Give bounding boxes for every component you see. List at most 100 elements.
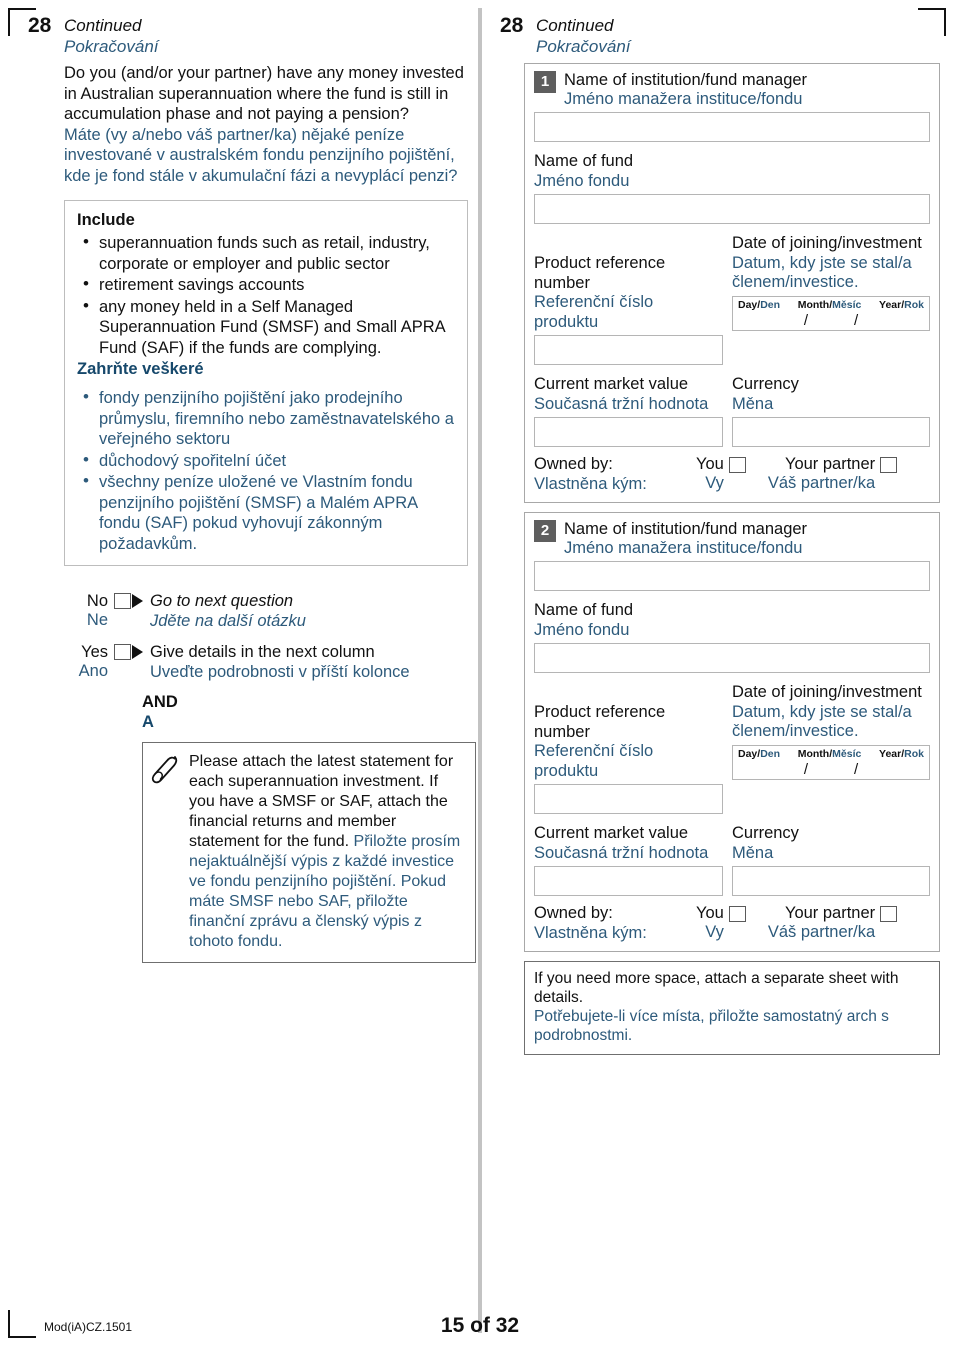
institution-input[interactable] (534, 112, 930, 142)
fund-input[interactable] (534, 194, 930, 224)
institution-input[interactable] (534, 561, 930, 591)
answer-row-yes: Yes Ano Give details in the next column … (64, 643, 468, 682)
date-day-header: Day/Den (738, 298, 781, 311)
owner-option-you[interactable]: You Vy (696, 904, 746, 942)
product-ref-input[interactable] (534, 784, 723, 814)
currency-label-en: Currency (732, 824, 799, 842)
more-space-note-cz: Potřebujete-li více místa, přiložte samo… (534, 1008, 889, 1044)
date-input-group[interactable]: Day/Den Month/Měsíc Year/Rok / / (732, 744, 930, 780)
market-value-label-cz: Současná tržní hodnota (534, 394, 709, 413)
market-value-input[interactable] (534, 866, 723, 896)
product-ref-label-cz: Referenční číslo produktu (534, 293, 654, 331)
question-body: Do you (and/or your partner) have any mo… (64, 63, 468, 186)
product-ref-label-cz: Referenční číslo produktu (534, 742, 654, 780)
checkbox-owner-partner[interactable] (880, 457, 898, 473)
currency-input[interactable] (732, 866, 930, 896)
fund-input[interactable] (534, 643, 930, 673)
date-month-header: Month/Měsíc (797, 747, 862, 760)
date-column-headers: Day/Den Month/Měsíc Year/Rok (733, 746, 929, 761)
answer-yes-action-cz: Uveďte podrobnosti v příští kolonce (150, 662, 410, 681)
product-ref-label-en: Product reference number (534, 254, 666, 292)
date-year-header: Year/Rok (879, 747, 924, 760)
entry-number-badge: 1 (534, 71, 556, 93)
answer-no-action-cz: Jděte na další otázku (150, 611, 306, 630)
left-column: 28 Continued Pokračování Do you (and/or … (28, 14, 476, 963)
institution-label-en: Name of institution/fund manager (564, 520, 808, 538)
paperclip-icon (151, 752, 189, 793)
entry-2-ref-date-row: Product reference number Referenční čísl… (525, 683, 939, 814)
list-item: retirement savings accounts (83, 274, 455, 296)
more-space-note: If you need more space, attach a separat… (524, 961, 940, 1055)
include-title-en: Include (77, 211, 135, 229)
date-separators: / / (733, 761, 929, 778)
owner-partner-label-cz: Váš partner/ka (767, 923, 876, 941)
owner-option-you[interactable]: You Vy (696, 455, 746, 493)
list-item: všechny peníze uložené ve Vlastním fondu… (83, 471, 455, 554)
answer-options: No Ne Go to next question Jděte na další… (64, 592, 476, 963)
owner-option-partner[interactable]: Your partner Váš partner/ka (768, 455, 898, 493)
include-bullets-cz: fondy penzijního pojištění jako prodejní… (77, 387, 455, 554)
entry-1-value-currency-row: Current market value Současná tržní hodn… (525, 375, 939, 447)
answer-no-tick-area[interactable] (114, 593, 148, 612)
owner-partner-label-en: Your partner (784, 455, 876, 473)
market-value-label: Current market value Současná tržní hodn… (525, 375, 728, 414)
currency-label-en: Currency (732, 375, 799, 393)
entry-2-header: 2 Name of institution/fund manager Jméno… (525, 513, 939, 558)
checkbox-no[interactable] (114, 593, 131, 609)
date-separator-1: / (803, 311, 808, 329)
owned-by-label-cz: Vlastněna kým: (534, 474, 647, 493)
owned-by-label: Owned by: Vlastněna kým: (534, 904, 686, 943)
list-item: důchodový spořitelní účet (83, 450, 455, 472)
question-number: 28 (28, 14, 52, 37)
list-item: fondy penzijního pojištění jako prodejní… (83, 387, 455, 450)
checkbox-owner-you[interactable] (728, 906, 746, 922)
more-space-note-en: If you need more space, attach a separat… (534, 970, 899, 1006)
answer-yes-action: Give details in the next column Uveďte p… (148, 643, 410, 682)
attachment-note-cz: Přiložte prosím nejaktuálnější výpis z k… (189, 833, 461, 950)
owner-you-label-cz: Vy (705, 474, 724, 492)
continued-label-cz: Pokračování (64, 37, 159, 56)
checkbox-owner-partner[interactable] (880, 906, 898, 922)
owned-by-label: Owned by: Vlastněna kým: (534, 455, 686, 494)
question-text-cz: Máte (vy a/nebo váš partner/ka) nějaké p… (64, 125, 458, 185)
product-ref-label-en: Product reference number (534, 703, 666, 741)
institution-label-en: Name of institution/fund manager (564, 71, 808, 89)
answer-yes-tick-area[interactable] (114, 644, 148, 663)
entry-block-1: 1 Name of institution/fund manager Jméno… (524, 63, 940, 503)
answer-label-no: No Ne (64, 592, 114, 630)
market-value-label-en: Current market value (534, 824, 689, 842)
arrow-right-icon (132, 594, 143, 608)
entry-2-value-currency-row: Current market value Současná tržní hodn… (525, 824, 939, 896)
answer-label-yes: Yes Ano (64, 643, 114, 681)
fund-label: Name of fund Jméno fondu (525, 152, 939, 191)
answer-yes-action-en: Give details in the next column (150, 643, 375, 661)
product-ref-label: Product reference number Referenční čísl… (525, 234, 728, 332)
include-title-cz: Zahrňte veškeré (77, 360, 204, 378)
owner-option-partner[interactable]: Your partner Váš partner/ka (767, 904, 898, 942)
owner-you-label-en: You (696, 455, 724, 473)
market-value-input[interactable] (534, 417, 723, 447)
product-ref-input[interactable] (534, 335, 723, 365)
attachment-note-box: Please attach the latest statement for e… (142, 742, 476, 963)
answer-label-yes-cz: Ano (78, 662, 108, 680)
currency-label: Currency Měna (732, 375, 939, 414)
attachment-note-text: Please attach the latest statement for e… (189, 752, 465, 952)
currency-input[interactable] (732, 417, 930, 447)
checkbox-yes[interactable] (114, 644, 131, 660)
date-column-headers: Day/Den Month/Měsíc Year/Rok (733, 297, 929, 312)
and-connector: AND A (142, 692, 468, 732)
checkbox-owner-you[interactable] (728, 457, 746, 473)
fund-label: Name of fund Jméno fondu (525, 601, 939, 640)
entry-1-owned-by-row: Owned by: Vlastněna kým: You Vy Your par… (525, 447, 939, 494)
question-header: 28 Continued Pokračování (28, 14, 468, 57)
market-value-label-en: Current market value (534, 375, 689, 393)
entry-2-owned-by-row: Owned by: Vlastněna kým: You Vy Your par… (525, 896, 939, 943)
entry-1-header: 1 Name of institution/fund manager Jméno… (525, 64, 939, 109)
continued-label-right-cz: Pokračování (536, 37, 631, 56)
fund-label-cz: Jméno fondu (534, 620, 630, 639)
date-label-cz: Datum, kdy jste se stal/a členem/investi… (732, 253, 912, 292)
date-year-header: Year/Rok (879, 298, 924, 311)
fund-label-en: Name of fund (534, 601, 634, 619)
date-month-header: Month/Měsíc (797, 298, 862, 311)
date-input-group[interactable]: Day/Den Month/Měsíc Year/Rok / / (732, 295, 930, 331)
